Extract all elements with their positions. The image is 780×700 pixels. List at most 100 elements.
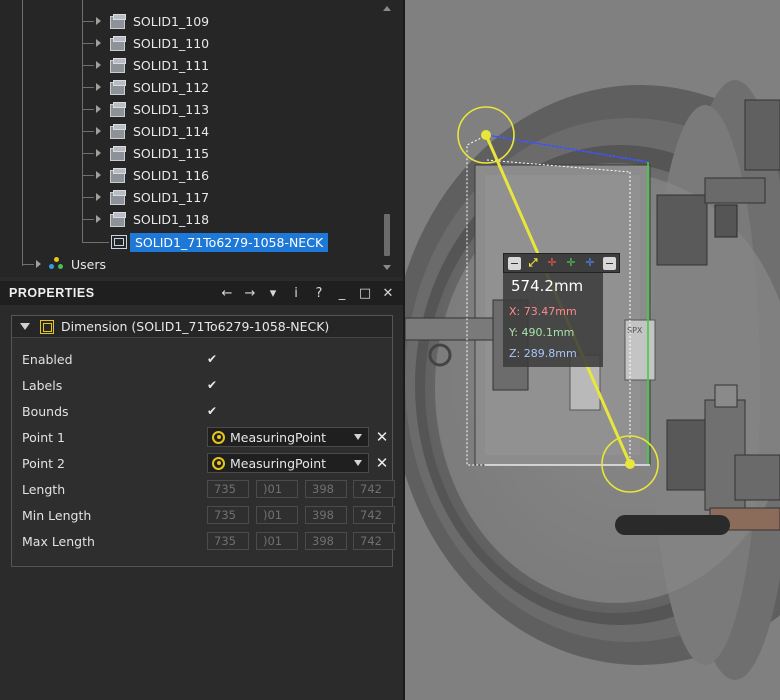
maximize-icon[interactable]: □ [358,286,372,301]
solid-icon [109,101,126,117]
length-field[interactable]: 398 [305,480,347,498]
scrollbar-thumb[interactable] [384,214,390,256]
tree-item[interactable]: SOLID1_117 [82,186,210,208]
chevron-down-icon[interactable] [354,434,362,440]
chevron-down-icon[interactable] [354,460,362,466]
expand-caret-icon[interactable] [96,83,101,91]
length-field[interactable]: )01 [256,480,298,498]
length-field[interactable]: 735 [207,480,249,498]
dimension-group-header[interactable]: Dimension (SOLID1_71To6279-1058-NECK) [12,316,392,338]
property-max-length: Max Length 735 )01 398 742 [22,530,395,552]
tree-item-label: SOLID1_109 [133,13,210,29]
collapse-triangle-icon[interactable] [20,323,30,330]
tree-item[interactable]: SOLID1_118 [82,208,209,230]
tree-item-label: SOLID1_117 [133,189,210,205]
tree-item[interactable]: SOLID1_116 [82,164,209,186]
info-icon[interactable]: i [289,286,303,301]
min-length-field[interactable]: 735 [207,506,249,524]
property-labels: Labels ✔ [22,374,384,396]
axis-x-button[interactable]: ✛ [544,256,560,270]
measure-x: X: 73.47mm [509,305,577,318]
clear-point1-button[interactable]: ✕ [374,428,390,446]
point1-value: MeasuringPoint [230,429,327,445]
scroll-up-icon[interactable] [383,6,391,11]
solid-icon [109,145,126,161]
dropdown-menu-icon[interactable]: ▾ [266,286,280,301]
tree-item-selected[interactable]: SOLID1_71To6279-1058-NECK [82,231,329,253]
point2-select[interactable]: MeasuringPoint [207,453,369,473]
clear-point2-button[interactable]: ✕ [374,454,390,472]
measuring-point-icon [212,430,225,444]
axis-all-button[interactable]: ⤢ [525,256,541,270]
expand-caret-icon[interactable] [96,127,101,135]
diagonal-arrow-icon: ⤢ [528,256,538,269]
property-enabled: Enabled ✔ [22,348,384,370]
left-panel: SOLID1_109 SOLID1_110 SOLID1_111 SOLID1_… [0,0,403,700]
property-label: Length [22,481,66,497]
shrink-button[interactable] [506,256,522,270]
properties-panel: Dimension (SOLID1_71To6279-1058-NECK) En… [0,305,403,700]
tree-item[interactable]: SOLID1_111 [82,54,210,76]
help-icon[interactable]: ? [312,286,326,301]
minus-icon [507,256,521,270]
solid-icon [109,79,126,95]
axis-z-icon: ✛ [585,256,595,269]
point2-value: MeasuringPoint [230,455,327,471]
tree-scrollbar[interactable] [383,6,391,270]
expand-caret-icon[interactable] [96,193,101,201]
forward-arrow-icon[interactable]: → [243,286,257,301]
tree-item[interactable]: SOLID1_114 [82,120,209,142]
solid-icon [109,211,126,227]
expand-caret-icon[interactable] [96,39,101,47]
minus-icon [602,256,616,270]
plate-label: SPX [627,326,643,335]
measure-toolbar: ⤢ ✛ ✛ ✛ [503,253,620,273]
tree-item-label: SOLID1_115 [133,145,210,161]
expand-caret-icon[interactable] [96,215,101,223]
property-label: Bounds [22,403,69,419]
max-length-field[interactable]: 735 [207,532,249,550]
property-min-length: Min Length 735 )01 398 742 [22,504,395,526]
axis-y-button[interactable]: ✛ [563,256,579,270]
measure-length: 574.2mm [511,277,584,295]
enabled-checkbox[interactable]: ✔ [207,353,219,365]
axis-z-button[interactable]: ✛ [582,256,598,270]
tree-item-label: SOLID1_111 [133,57,210,73]
tree-item[interactable]: SOLID1_113 [82,98,209,120]
measure-readout: 574.2mm X: 73.47mm Y: 490.1mm Z: 289.8mm [503,273,603,367]
max-length-field[interactable]: )01 [256,532,298,550]
close-icon[interactable]: ✕ [381,286,395,301]
tree-guide-line-outer [22,0,23,266]
tree-item[interactable]: SOLID1_115 [82,142,210,164]
measure-z: Z: 289.8mm [509,347,577,360]
min-length-field[interactable]: 398 [305,506,347,524]
minimize-icon[interactable]: _ [335,286,349,301]
expand-caret-icon[interactable] [96,149,101,157]
point1-select[interactable]: MeasuringPoint [207,427,369,447]
expand-caret-icon[interactable] [96,171,101,179]
back-arrow-icon[interactable]: ← [220,286,234,301]
tree-item[interactable]: SOLID1_112 [82,76,210,98]
expand-caret-icon[interactable] [96,17,101,25]
min-length-field[interactable]: )01 [256,506,298,524]
tree-item-label: SOLID1_112 [133,79,210,95]
max-length-field[interactable]: 742 [353,532,395,550]
labels-checkbox[interactable]: ✔ [207,379,219,391]
bounds-checkbox[interactable]: ✔ [207,405,219,417]
min-length-field[interactable]: 742 [353,506,395,524]
dimension-icon [40,319,54,334]
expand-button[interactable] [601,256,617,270]
max-length-field[interactable]: 398 [305,532,347,550]
scroll-down-icon[interactable] [383,265,391,270]
dimension-group-title: Dimension (SOLID1_71To6279-1058-NECK) [61,319,330,334]
property-label: Labels [22,377,63,393]
expand-caret-icon[interactable] [96,61,101,69]
tree-item[interactable]: SOLID1_110 [82,32,209,54]
property-label: Point 2 [22,455,65,471]
length-field[interactable]: 742 [353,480,395,498]
tree-item[interactable]: SOLID1_109 [82,10,210,32]
properties-header: PROPERTIES ← → ▾ i ? _ □ ✕ [0,281,403,305]
tree-item-users[interactable]: Users [22,253,106,275]
expand-caret-icon[interactable] [96,105,101,113]
expand-caret-icon[interactable] [36,260,41,268]
